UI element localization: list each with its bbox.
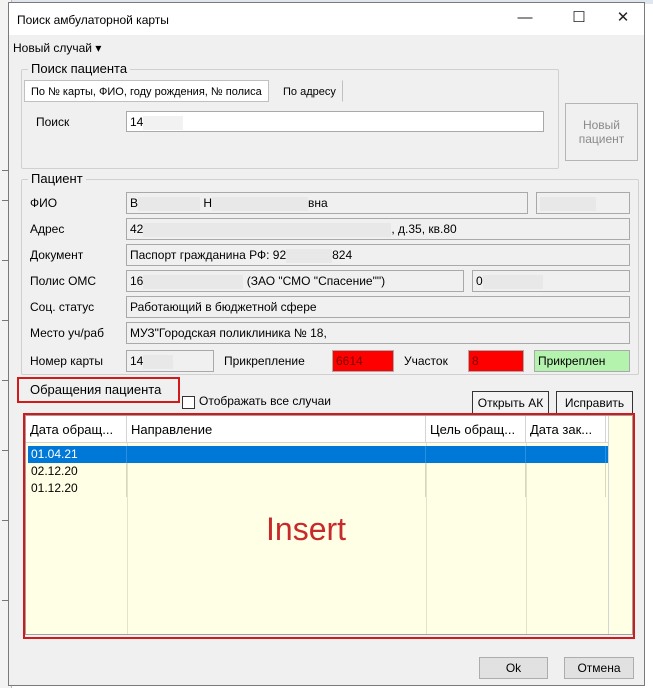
attachment-status-field[interactable]: Прикреплен: [534, 350, 630, 372]
search-group-legend: Поиск пациента: [28, 61, 131, 76]
window-title: Поиск амбулаторной карты: [17, 13, 169, 27]
new-patient-button[interactable]: Новый пациент: [565, 103, 638, 161]
redacted-mask: [143, 115, 184, 130]
cancel-button[interactable]: Отмена: [564, 657, 634, 679]
district-field[interactable]: 8: [468, 350, 524, 372]
address-part-2: , д.35, кв.80: [391, 222, 457, 236]
document-part-1: Паспорт гражданина РФ: 92: [130, 248, 287, 262]
search-label: Поиск: [36, 115, 70, 129]
workplace-field[interactable]: МУЗ"Городская поликлиника № 18,: [126, 322, 630, 344]
show-all-checkbox[interactable]: [182, 396, 195, 409]
patient-group-legend: Пациент: [28, 171, 86, 186]
fio-field[interactable]: В Нвна: [126, 192, 528, 214]
redacted-mask: [540, 196, 596, 211]
fio-part-1: В: [130, 196, 139, 210]
policy-extra-field[interactable]: 0: [472, 270, 630, 292]
close-button[interactable]: ✕: [601, 3, 645, 33]
redacted-mask: [212, 196, 309, 211]
title-bar: Поиск амбулаторной карты — ☐ ✕: [9, 3, 644, 35]
card-number-label: Номер карты: [30, 354, 103, 368]
visits-legend: Обращения пациента: [30, 382, 162, 397]
maximize-button[interactable]: ☐: [557, 3, 601, 33]
birth-date-field[interactable]: [536, 192, 630, 214]
card-number-field[interactable]: 14: [126, 350, 214, 372]
workplace-label: Место уч/раб: [30, 326, 104, 340]
attachment-label: Прикрепление: [224, 354, 305, 368]
ok-button[interactable]: Ok: [479, 657, 548, 679]
district-label: Участок: [404, 354, 448, 368]
address-part-1: 42: [130, 222, 144, 236]
new-patient-label-1: Новый: [582, 118, 621, 132]
fio-part-2: Н: [203, 196, 213, 210]
visits-table-highlight: [23, 413, 635, 639]
redacted-mask: [143, 274, 244, 289]
search-group: Поиск пациента По № карты, ФИО, году рож…: [21, 61, 559, 169]
search-input-value: 14: [130, 115, 144, 129]
address-label: Адрес: [30, 222, 65, 236]
fio-label: ФИО: [30, 196, 58, 210]
policy-part-2: (ЗАО "СМО "Спасение""): [246, 274, 386, 288]
show-all-label: Отображать все случаи: [199, 394, 331, 408]
tab-search-by-card[interactable]: По № карты, ФИО, году рождения, № полиса: [24, 80, 269, 102]
policy-field[interactable]: 16 (ЗАО "СМО "Спасение""): [126, 270, 464, 292]
redacted-mask: [143, 354, 174, 369]
edit-button[interactable]: Исправить: [556, 391, 633, 414]
redacted-mask: [482, 274, 543, 289]
fio-part-3: вна: [308, 196, 328, 210]
open-ak-button[interactable]: Открыть АК: [472, 391, 549, 414]
document-field[interactable]: Паспорт гражданина РФ: 92 824: [126, 244, 630, 266]
minimize-button[interactable]: —: [503, 3, 547, 33]
card-number-value: 14: [130, 354, 144, 368]
document-part-2: 824: [332, 248, 353, 262]
search-input[interactable]: 14: [126, 111, 544, 132]
menu-new-case[interactable]: Новый случай ▾: [13, 41, 101, 55]
redacted-mask: [286, 248, 333, 263]
policy-label: Полис ОМС: [30, 274, 97, 288]
patient-group: Пациент ФИО В Нвна Адрес 42 , д.35, кв.80…: [21, 171, 639, 375]
attachment-field[interactable]: 6614: [332, 350, 394, 372]
address-field[interactable]: 42 , д.35, кв.80: [126, 218, 630, 240]
policy-part-1: 16: [130, 274, 144, 288]
redacted-mask: [143, 222, 392, 237]
redacted-mask: [138, 196, 201, 211]
tab-search-by-address[interactable]: По адресу: [276, 80, 343, 102]
search-card-dialog: Поиск амбулаторной карты — ☐ ✕ Новый слу…: [8, 2, 645, 686]
policy-extra-value: 0: [476, 274, 483, 288]
new-patient-label-2: пациент: [578, 132, 625, 146]
social-status-label: Соц. статус: [30, 300, 95, 314]
document-label: Документ: [30, 248, 84, 262]
social-status-field[interactable]: Работающий в бюджетной сфере: [126, 296, 630, 318]
